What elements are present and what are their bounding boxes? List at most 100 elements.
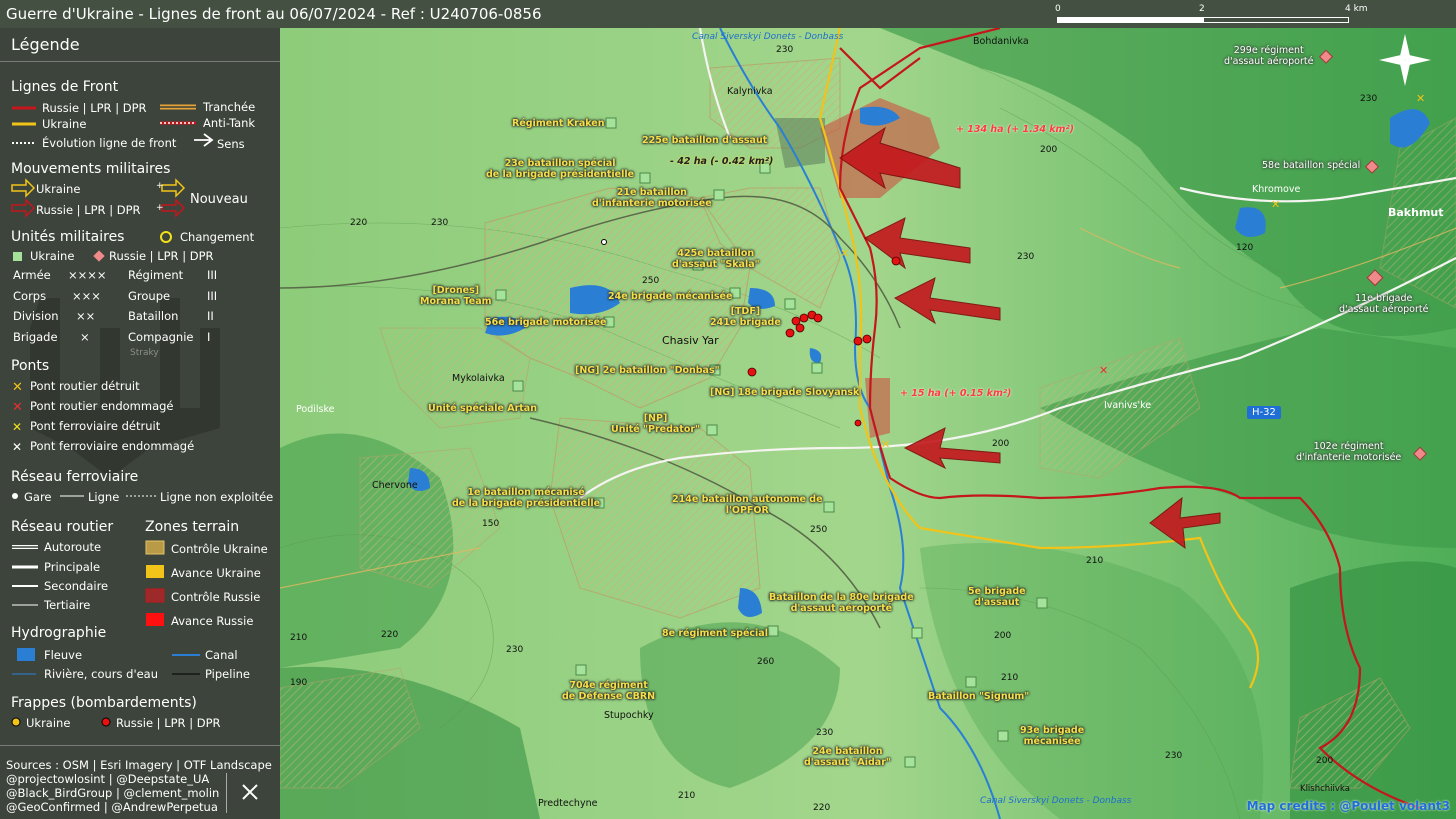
elevation-label: 230: [816, 728, 834, 738]
legend-units-russia: Russie | LPR | DPR: [109, 249, 214, 263]
unit-ru-11[interactable]: 11e brigade d'assaut aéroporté: [1339, 293, 1428, 315]
elevation-label: 210: [678, 791, 696, 801]
legend-front-evolution: Évolution ligne de front: [42, 136, 177, 150]
elevation-label: 220: [381, 630, 399, 640]
unit-ua-24mech[interactable]: 24e brigade mécanisée: [608, 291, 732, 302]
legend-movement-new: Nouveau: [190, 192, 248, 207]
elevation-label: 200: [1316, 756, 1334, 766]
elevation-label: 200: [1040, 145, 1058, 155]
legend-bridge-rail-damaged: Pont ferroviaire endommagé: [30, 439, 195, 453]
legend-units-title: Unités militaires: [11, 229, 125, 245]
unit-ua-18[interactable]: [NG] 18e brigade Slovyansk: [710, 387, 859, 398]
scale-segment-2: [1203, 17, 1349, 23]
legend-movement-ukraine: Ukraine: [36, 182, 81, 196]
town-chasiv-yar: Chasiv Yar: [662, 334, 719, 347]
elevation-label: 230: [776, 45, 794, 55]
legend-front-direction: Sens: [217, 137, 245, 151]
legend-strike-russia: Russie | LPR | DPR: [116, 716, 221, 730]
unit-ua-kraken[interactable]: Régiment Kraken: [512, 118, 605, 129]
unit-ua-704[interactable]: 704e régiment de Défense CBRN: [562, 680, 655, 702]
town-predtechyne: Predtechyne: [538, 798, 598, 809]
elevation-label: 220: [813, 803, 831, 813]
legend-echelon-corps-symbol: ×××: [72, 289, 101, 303]
legend-rail-station: Gare: [24, 490, 52, 504]
legend-units-change: Changement: [180, 230, 255, 244]
unit-ua-artan[interactable]: Unité spéciale Artan: [428, 403, 537, 414]
unit-ua-93[interactable]: 93e brigade mécanisée: [1020, 725, 1084, 747]
svg-text:✕: ✕: [12, 420, 22, 434]
legend-zone-ua-control: Contrôle Ukraine: [171, 542, 268, 556]
unit-ru-102[interactable]: 102e régiment d'infanterie motorisée: [1296, 441, 1401, 463]
unit-ua-signum[interactable]: Bataillon "Signum": [928, 691, 1029, 702]
legend-echelon-battalion-symbol: II: [207, 309, 214, 323]
unit-ua-5assault[interactable]: 5e brigade d'assaut: [968, 586, 1026, 608]
unit-ua-donbas[interactable]: [NG] 2e bataillon "Donbas": [575, 365, 720, 376]
map-title: Guerre d'Ukraine - Lignes de front au 06…: [6, 5, 542, 23]
elevation-label: 230: [506, 645, 524, 655]
map-area[interactable]: ✕ ✕ ✕ ✕ ✕ N Canal Siverskyi Donets - Don…: [280, 28, 1456, 819]
unit-ua-8spec[interactable]: 8e régiment spécial: [662, 628, 768, 639]
canal-label-bottom: Canal Siverskyi Donets - Donbass: [980, 796, 1132, 806]
legend-zone-ua-advance: Avance Ukraine: [171, 566, 261, 580]
unit-ua-aidar[interactable]: 24e bataillon d'assaut "Aidar": [804, 746, 891, 768]
unit-ua-80[interactable]: Bataillon de la 80e brigade d'assaut aér…: [769, 592, 914, 614]
legend-watermark-town: Straky: [130, 348, 159, 358]
legend-echelon-company: Compagnie: [128, 330, 194, 344]
legend-road-highway: Autoroute: [44, 540, 102, 554]
legend-bridge-road-destroyed: Pont routier détruit: [30, 379, 140, 393]
unit-ua-morana[interactable]: [Drones] Morana Team: [420, 285, 492, 307]
legend-echelon-brigade-symbol: ×: [80, 330, 90, 344]
legend-roads-title: Réseau routier: [11, 519, 114, 535]
legend-rail-unused: Ligne non exploitée: [160, 490, 274, 504]
legend-bridge-road-damaged: Pont routier endommagé: [30, 399, 174, 413]
x-logo-icon[interactable]: [241, 783, 259, 801]
town-kalynivka: Kalynivka: [727, 86, 773, 97]
unit-ua-21[interactable]: 21e bataillon d'infanterie motorisée: [592, 187, 712, 209]
unit-ua-214[interactable]: 214e bataillon autonome de l'OPFOR: [672, 494, 823, 516]
unit-ru-58[interactable]: 58e bataillon spécial: [1262, 160, 1360, 171]
unit-ua-1mech[interactable]: 1e bataillon mécanisé de la brigade prés…: [452, 487, 600, 509]
legend-echelon-army-symbol: ××××: [68, 268, 107, 282]
legend-front-title: Lignes de Front: [11, 79, 119, 95]
svg-text:✕: ✕: [840, 247, 849, 260]
title-bar: Guerre d'Ukraine - Lignes de front au 06…: [0, 0, 1456, 28]
unit-ru-299[interactable]: 299e régiment d'assaut aéroporté: [1224, 45, 1313, 67]
legend-echelon-corps: Corps: [13, 289, 47, 303]
map-base: ✕ ✕ ✕ ✕ ✕: [280, 28, 1456, 819]
legend-rail-title: Réseau ferroviaire: [11, 469, 139, 485]
unit-ua-predator[interactable]: [NP] Unité "Predator": [611, 413, 700, 435]
legend-strike-ukraine: Ukraine: [26, 716, 71, 730]
unit-ua-225[interactable]: 225e bataillon d'assaut: [642, 135, 767, 146]
svg-text:+: +: [156, 203, 164, 213]
town-mykolaivka: Mykolaivka: [452, 373, 505, 384]
legend-zone-ru-advance: Avance Russie: [171, 614, 254, 628]
scale-segment-1: [1057, 17, 1203, 23]
town-stupochky: Stupochky: [604, 710, 654, 721]
unit-ua-56[interactable]: 56e brigade motorisée: [485, 317, 606, 328]
svg-text:✕: ✕: [881, 438, 890, 451]
legend-road-secondary: Secondaire: [44, 579, 109, 593]
svg-text:+: +: [156, 181, 164, 191]
legend-echelon-brigade: Brigade: [13, 330, 58, 344]
scale-label-4: 4 km: [1345, 4, 1368, 14]
legend-rail-line: Ligne: [88, 490, 120, 504]
sources-divider: [226, 773, 227, 813]
legend-echelon-regiment: Régiment: [128, 268, 184, 282]
elevation-label: 210: [1086, 556, 1104, 566]
unit-ua-23[interactable]: 23e bataillon spécial de la brigade prés…: [486, 158, 634, 180]
town-bakhmut: Bakhmut: [1388, 206, 1444, 219]
sources-line-1: Sources : OSM | Esri Imagery | OTF Lands…: [6, 758, 272, 772]
legend-echelon-army: Armée: [13, 268, 51, 282]
legend-bridges-title: Ponts: [11, 358, 50, 374]
svg-text:✕: ✕: [1271, 198, 1280, 211]
elevation-label: 120: [1236, 243, 1254, 253]
elevation-label: 260: [757, 657, 775, 667]
legend-hydro-title: Hydrographie: [11, 625, 107, 641]
svg-text:✕: ✕: [1099, 364, 1108, 377]
unit-ua-425[interactable]: 425e bataillon d'assaut "Skala": [672, 248, 760, 270]
town-khromove: Khromove: [1252, 184, 1301, 195]
legend-units-ukraine: Ukraine: [30, 249, 75, 263]
unit-ua-241[interactable]: [TDF] 241e brigade: [710, 306, 781, 328]
svg-text:✕: ✕: [1416, 92, 1425, 105]
legend-echelon-company-symbol: I: [207, 330, 211, 344]
